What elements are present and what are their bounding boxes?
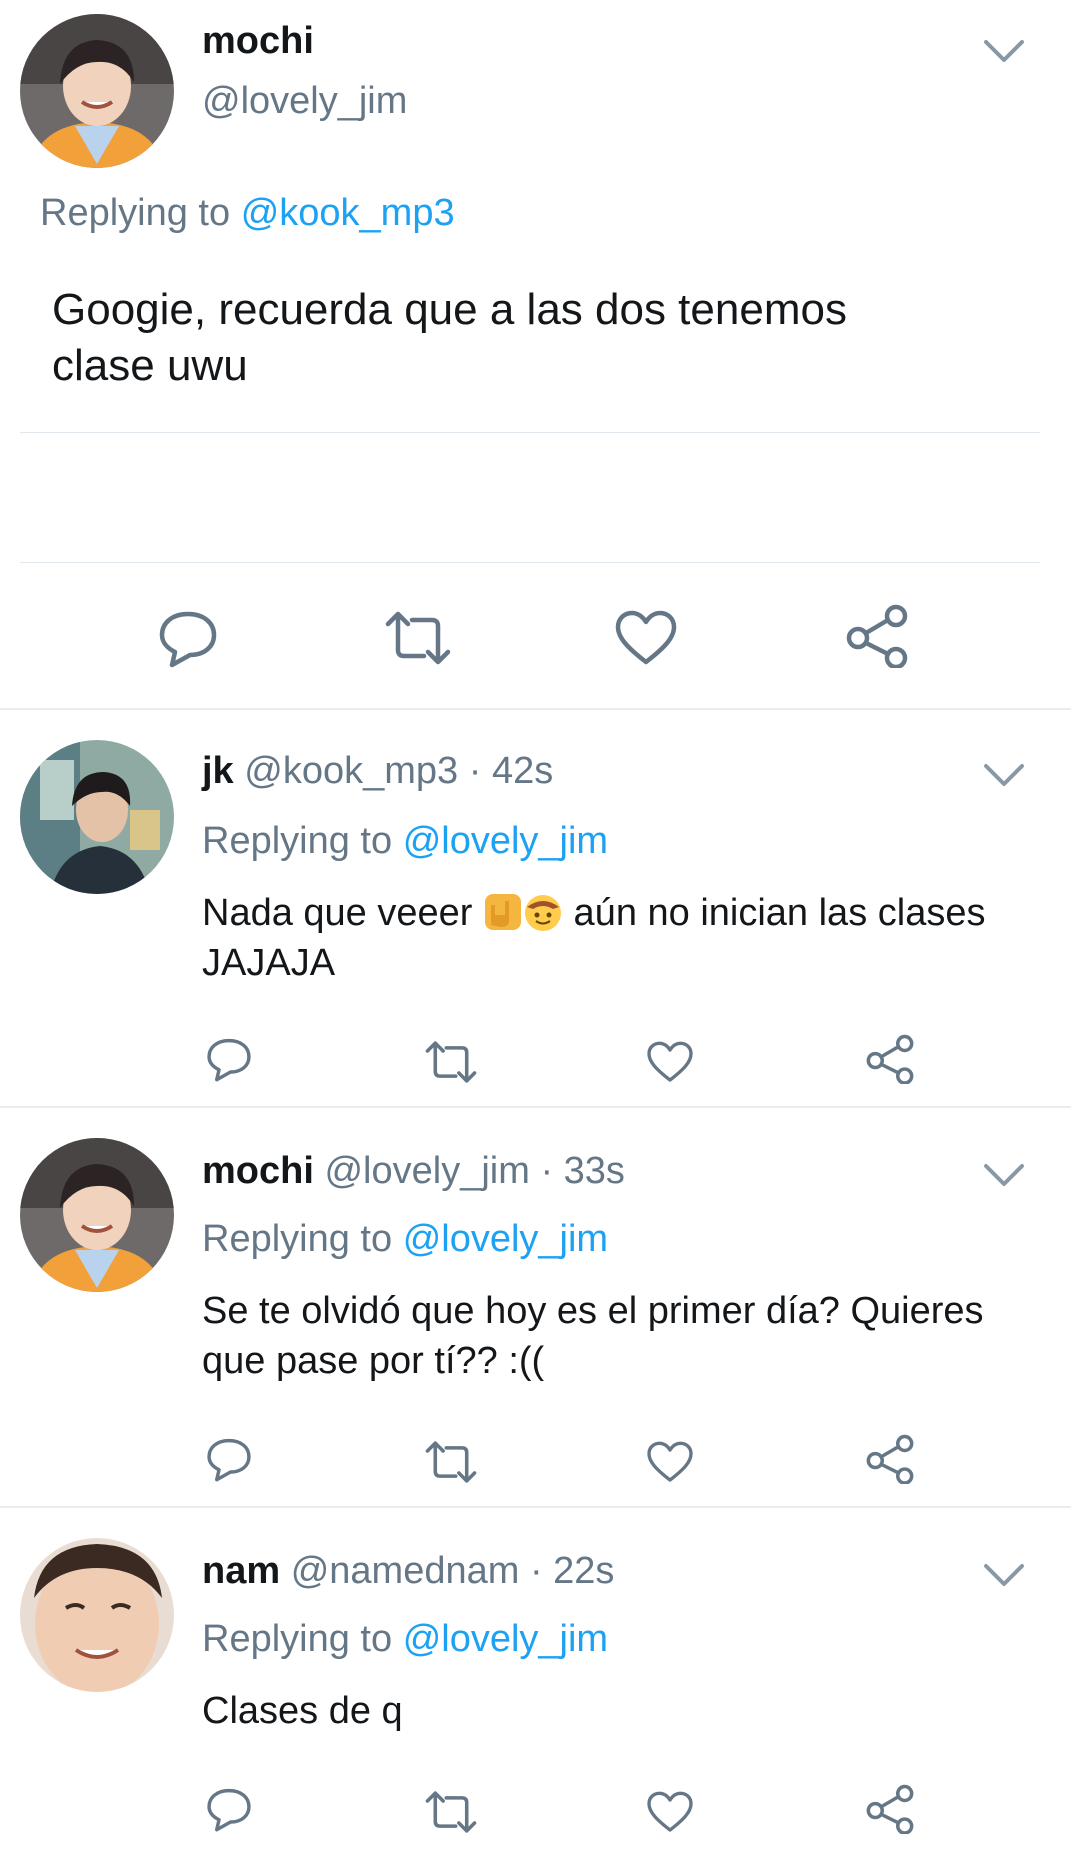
like-button[interactable] bbox=[646, 1040, 694, 1084]
section-divider bbox=[0, 1106, 1071, 1108]
handle[interactable]: @lovely_jim bbox=[324, 1150, 529, 1192]
like-button[interactable] bbox=[646, 1790, 694, 1834]
like-icon bbox=[647, 1041, 693, 1082]
like-icon bbox=[647, 1791, 693, 1832]
handle[interactable]: @lovely_jim bbox=[202, 80, 407, 123]
share-button[interactable] bbox=[846, 604, 908, 668]
retweet-icon bbox=[425, 1791, 477, 1833]
replying-to-link[interactable]: @lovely_jim bbox=[403, 820, 608, 862]
retweet-button[interactable] bbox=[424, 1040, 478, 1084]
tweet-text: Clases de q bbox=[202, 1690, 403, 1732]
avatar[interactable] bbox=[20, 14, 174, 168]
handle[interactable]: @namednam bbox=[291, 1550, 520, 1592]
retweet-button[interactable] bbox=[424, 1440, 478, 1484]
like-button[interactable] bbox=[646, 1440, 694, 1484]
retweet-icon bbox=[425, 1441, 477, 1483]
divider bbox=[20, 432, 1040, 433]
reply-button[interactable] bbox=[206, 1036, 252, 1082]
timestamp[interactable]: · 22s bbox=[530, 1550, 614, 1592]
replying-to-line: Replying to @kook_mp3 bbox=[40, 192, 455, 235]
reply-icon bbox=[159, 611, 217, 668]
reply-header: jk @kook_mp3 · 42s bbox=[202, 750, 553, 793]
replying-to-line: Replying to @lovely_jim bbox=[202, 820, 608, 863]
replying-prefix: Replying to bbox=[202, 1618, 393, 1660]
replying-to-link[interactable]: @lovely_jim bbox=[403, 1618, 608, 1660]
tweet-text-start: Nada que veeer bbox=[202, 892, 473, 934]
share-icon bbox=[866, 1784, 914, 1834]
avatar[interactable] bbox=[20, 1538, 174, 1692]
display-name[interactable]: mochi bbox=[202, 20, 314, 63]
retweet-icon bbox=[385, 611, 451, 665]
avatar[interactable] bbox=[20, 740, 174, 894]
share-button[interactable] bbox=[866, 1034, 914, 1084]
tweet-text: Se te olvidó que hoy es el primer día? Q… bbox=[202, 1290, 984, 1382]
retweet-button[interactable] bbox=[424, 1790, 478, 1834]
display-name[interactable]: mochi bbox=[202, 1150, 314, 1192]
retweet-button[interactable] bbox=[384, 610, 452, 666]
timestamp[interactable]: · 33s bbox=[540, 1150, 624, 1192]
section-divider bbox=[0, 708, 1071, 710]
chevron-down-icon[interactable] bbox=[982, 36, 1026, 66]
chevron-down-icon[interactable] bbox=[982, 760, 1026, 790]
reply-icon bbox=[207, 1438, 251, 1482]
sign-of-horns-emoji bbox=[484, 894, 521, 930]
reply-header: mochi @lovely_jim · 33s bbox=[202, 1150, 625, 1193]
like-button[interactable] bbox=[614, 610, 678, 666]
replying-prefix: Replying to bbox=[40, 192, 231, 234]
chevron-down-icon[interactable] bbox=[982, 1160, 1026, 1190]
share-button[interactable] bbox=[866, 1434, 914, 1484]
reply-icon bbox=[207, 1038, 251, 1082]
reply-icon bbox=[207, 1788, 251, 1832]
tweet-text: Nada que veeer aún no inician las clases… bbox=[202, 888, 1042, 988]
replying-to-link[interactable]: @lovely_jim bbox=[403, 1218, 608, 1260]
reply-button[interactable] bbox=[206, 1436, 252, 1482]
share-icon bbox=[846, 604, 908, 668]
like-icon bbox=[615, 610, 677, 665]
share-icon bbox=[866, 1434, 914, 1484]
share-button[interactable] bbox=[866, 1784, 914, 1834]
share-icon bbox=[866, 1034, 914, 1084]
replying-prefix: Replying to bbox=[202, 820, 393, 862]
reply-header: nam @namednam · 22s bbox=[202, 1550, 614, 1593]
divider bbox=[20, 562, 1040, 563]
reply-button[interactable] bbox=[206, 1786, 252, 1832]
replying-to-line: Replying to @lovely_jim bbox=[202, 1618, 608, 1661]
replying-to-line: Replying to @lovely_jim bbox=[202, 1218, 608, 1261]
timestamp[interactable]: · 42s bbox=[469, 750, 553, 792]
chevron-down-icon[interactable] bbox=[982, 1560, 1026, 1590]
replying-prefix: Replying to bbox=[202, 1218, 393, 1260]
retweet-icon bbox=[425, 1041, 477, 1083]
section-divider bbox=[0, 1506, 1071, 1508]
like-icon bbox=[647, 1441, 693, 1482]
reply-button[interactable] bbox=[158, 608, 218, 668]
handle[interactable]: @kook_mp3 bbox=[244, 750, 458, 792]
replying-to-link[interactable]: @kook_mp3 bbox=[241, 192, 455, 234]
display-name[interactable]: jk bbox=[202, 750, 234, 792]
avatar[interactable] bbox=[20, 1138, 174, 1292]
tweet-text: Googie, recuerda que a las dos tenemos c… bbox=[52, 285, 847, 390]
cowboy-face-emoji bbox=[524, 895, 561, 931]
display-name[interactable]: nam bbox=[202, 1550, 280, 1592]
